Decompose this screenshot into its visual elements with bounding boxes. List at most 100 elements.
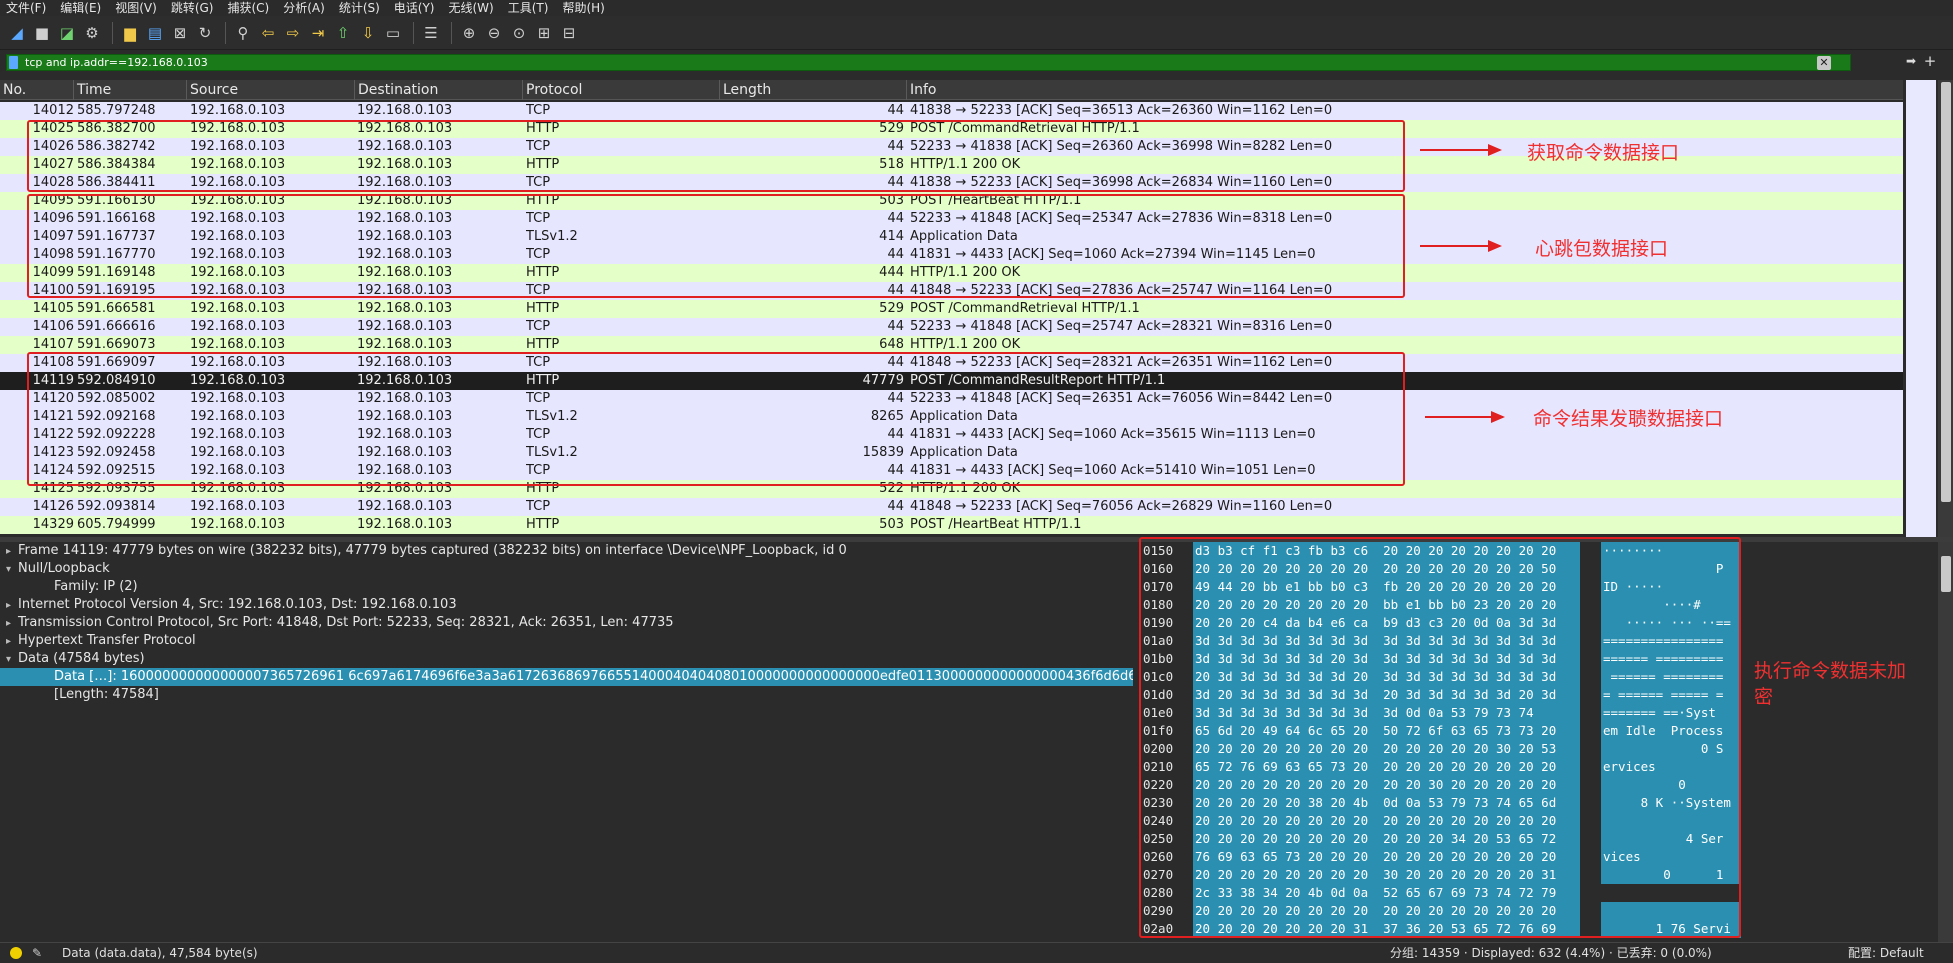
capture-comment-icon[interactable]: ✎ — [32, 943, 42, 963]
stop-capture-icon[interactable]: ■ — [31, 22, 53, 44]
col-header-info[interactable]: Info — [907, 80, 1903, 100]
hex-ascii[interactable]: ········ — [1601, 542, 1741, 560]
hex-bytes[interactable]: 3d 3d 3d 3d 3d 3d 3d 3d 3d 3d 3d 3d 3d 3… — [1193, 632, 1580, 650]
menu-item[interactable]: 编辑(E) — [60, 0, 101, 16]
packet-row[interactable]: 14107 591.669073 192.168.0.103 192.168.0.10… — [0, 336, 1903, 354]
menu-item[interactable]: 分析(A) — [283, 0, 325, 16]
hex-bytes[interactable]: 65 6d 20 49 64 6c 65 20 50 72 6f 63 65 7… — [1193, 722, 1580, 740]
reload-file-icon[interactable]: ↻ — [194, 22, 216, 44]
packet-row[interactable]: 14012 585.797248 192.168.0.103 192.168.0.10… — [0, 102, 1903, 120]
bookmark-icon[interactable] — [9, 56, 18, 69]
go-to-packet-icon[interactable]: ⇥ — [307, 22, 329, 44]
menu-item[interactable]: 电话(Y) — [394, 0, 435, 16]
detail-tree-item[interactable]: ▸ Transmission Control Protocol, Src Port… — [0, 614, 1133, 632]
col-header-no[interactable]: No. — [0, 80, 74, 100]
menu-item[interactable]: 无线(W) — [449, 0, 494, 16]
hex-ascii[interactable] — [1601, 902, 1741, 920]
hex-bytes[interactable]: d3 b3 cf f1 c3 fb b3 c6 20 20 20 20 20 2… — [1193, 542, 1580, 560]
hex-ascii[interactable] — [1601, 812, 1741, 830]
packet-row[interactable]: 14124 592.092515 192.168.0.103 192.168.0.10… — [0, 462, 1903, 480]
packet-row[interactable]: 14028 586.384411 192.168.0.103 192.168.0.10… — [0, 174, 1903, 192]
packet-row[interactable]: 14100 591.169195 192.168.0.103 192.168.0.10… — [0, 282, 1903, 300]
save-file-icon[interactable]: ▤ — [144, 22, 166, 44]
menu-item[interactable]: 文件(F) — [6, 0, 46, 16]
shark-fin-start-icon[interactable]: ◢ — [6, 22, 28, 44]
tree-toggle-icon[interactable]: ▾ — [6, 561, 18, 579]
packet-row[interactable]: 14096 591.166168 192.168.0.103 192.168.0.10… — [0, 210, 1903, 228]
packet-row[interactable]: 14106 591.666616 192.168.0.103 192.168.0.10… — [0, 318, 1903, 336]
detail-tree-item[interactable]: ▸ Internet Protocol Version 4, Src: 192.1… — [0, 596, 1133, 614]
col-header-protocol[interactable]: Protocol — [523, 80, 720, 100]
packet-row[interactable]: 14329 605.794999 192.168.0.103 192.168.0.10… — [0, 516, 1903, 534]
detail-tree-item[interactable]: ▾ Data (47584 bytes) — [0, 650, 1133, 668]
scrollbar-thumb[interactable] — [1941, 82, 1951, 502]
hex-bytes[interactable]: 20 3d 3d 3d 3d 3d 3d 20 3d 3d 3d 3d 3d 3… — [1193, 668, 1580, 686]
hex-ascii[interactable]: 0 S — [1601, 740, 1741, 758]
hex-bytes[interactable]: 3d 20 3d 3d 3d 3d 3d 3d 20 3d 3d 3d 3d 3… — [1193, 686, 1580, 704]
close-file-icon[interactable]: ⊠ — [169, 22, 191, 44]
menu-item[interactable]: 捕获(C) — [227, 0, 269, 16]
find-packet-icon[interactable]: ⚲ — [232, 22, 254, 44]
detail-tree-item[interactable]: [Length: 47584] — [0, 686, 1133, 704]
hex-bytes[interactable]: 20 20 20 20 20 20 20 20 20 20 20 20 20 2… — [1193, 812, 1580, 830]
capture-options-icon[interactable]: ⚙ — [81, 22, 103, 44]
hex-bytes[interactable]: 20 20 20 20 20 20 20 31 37 36 20 53 65 7… — [1193, 920, 1580, 938]
menu-item[interactable]: 工具(T) — [508, 0, 549, 16]
colorize-icon[interactable]: ☰ — [420, 22, 442, 44]
hex-ascii[interactable]: ID ····· — [1601, 578, 1741, 596]
hex-ascii[interactable]: em Idle Process — [1601, 722, 1741, 740]
hex-ascii[interactable]: 4 Ser — [1601, 830, 1741, 848]
hex-bytes[interactable]: 20 20 20 20 20 20 20 20 bb e1 bb b0 23 2… — [1193, 596, 1580, 614]
open-folder-icon[interactable]: ▆ — [119, 22, 141, 44]
expert-info-icon[interactable] — [10, 947, 22, 959]
display-filter-input[interactable] — [25, 55, 1625, 70]
packet-list-scrollbar[interactable] — [1938, 80, 1953, 537]
col-header-time[interactable]: Time — [74, 80, 187, 100]
packet-row[interactable]: 14125 592.093755 192.168.0.103 192.168.0.10… — [0, 480, 1903, 498]
hex-ascii[interactable]: = ====== ===== = — [1601, 686, 1741, 704]
hex-bytes[interactable]: 20 20 20 20 20 20 20 20 20 20 20 20 20 2… — [1193, 902, 1580, 920]
clear-filter-icon[interactable]: ✕ — [1817, 56, 1831, 70]
hex-ascii[interactable]: ================ — [1601, 632, 1741, 650]
hex-ascii[interactable]: 0 — [1601, 776, 1741, 794]
tree-toggle-icon[interactable]: ▸ — [6, 633, 18, 651]
col-header-source[interactable]: Source — [187, 80, 355, 100]
packet-row[interactable]: 14025 586.382700 192.168.0.103 192.168.0.10… — [0, 120, 1903, 138]
packet-minimap[interactable] — [1906, 80, 1936, 537]
hex-ascii[interactable]: 0 1 — [1601, 866, 1741, 884]
hex-ascii[interactable]: ····· ··· ··== — [1601, 614, 1741, 632]
menu-item[interactable]: 帮助(H) — [562, 0, 604, 16]
hex-bytes[interactable]: 20 20 20 20 20 20 20 20 20 20 20 34 20 5… — [1193, 830, 1580, 848]
hex-bytes[interactable]: 20 20 20 20 20 20 20 20 30 20 20 20 20 2… — [1193, 866, 1580, 884]
hex-bytes[interactable]: 3d 3d 3d 3d 3d 3d 20 3d 3d 3d 3d 3d 3d 3… — [1193, 650, 1580, 668]
hex-ascii[interactable]: ======= ==·Syst — [1601, 704, 1741, 722]
menu-item[interactable]: 跳转(G) — [171, 0, 214, 16]
go-forward-icon[interactable]: ⇨ — [282, 22, 304, 44]
resize-columns-icon[interactable]: ⊞ — [533, 22, 555, 44]
restart-capture-icon[interactable]: ◪ — [56, 22, 78, 44]
hex-ascii[interactable]: ····# — [1601, 596, 1741, 614]
tree-toggle-icon[interactable]: ▸ — [6, 597, 18, 615]
last-packet-icon[interactable]: ⇩ — [357, 22, 379, 44]
tree-toggle-icon[interactable]: ▸ — [6, 615, 18, 633]
hex-ascii[interactable]: ====== ========= — [1601, 650, 1741, 668]
hex-bytes[interactable]: 20 20 20 20 20 38 20 4b 0d 0a 53 79 73 7… — [1193, 794, 1580, 812]
col-header-destination[interactable]: Destination — [355, 80, 523, 100]
expand-columns-icon[interactable]: ⊟ — [558, 22, 580, 44]
hex-bytes[interactable]: 20 20 20 20 20 20 20 20 20 20 20 20 20 3… — [1193, 740, 1580, 758]
hex-bytes[interactable]: 20 20 20 c4 da b4 e6 ca b9 d3 c3 20 0d 0… — [1193, 614, 1580, 632]
menu-item[interactable]: 视图(V) — [115, 0, 157, 16]
first-packet-icon[interactable]: ⇧ — [332, 22, 354, 44]
tree-toggle-icon[interactable]: ▸ — [6, 543, 18, 561]
bytes-scrollbar[interactable] — [1938, 542, 1953, 942]
packet-row[interactable]: 14119 592.084910 192.168.0.103 192.168.0.10… — [0, 372, 1903, 390]
hex-bytes[interactable]: 76 69 63 65 73 20 20 20 20 20 20 20 20 2… — [1193, 848, 1580, 866]
packet-row[interactable]: 14105 591.666581 192.168.0.103 192.168.0.10… — [0, 300, 1903, 318]
col-header-length[interactable]: Length — [720, 80, 907, 100]
detail-tree-item[interactable]: Family: IP (2) — [0, 578, 1133, 596]
packet-row[interactable]: 14126 592.093814 192.168.0.103 192.168.0.10… — [0, 498, 1903, 516]
detail-tree-item[interactable]: Data […]: 160000000000000007365726961 6c… — [0, 668, 1133, 686]
packet-row[interactable]: 14099 591.169148 192.168.0.103 192.168.0.10… — [0, 264, 1903, 282]
packet-row[interactable]: 14095 591.166130 192.168.0.103 192.168.0.10… — [0, 192, 1903, 210]
detail-tree-item[interactable]: ▸ Frame 14119: 47779 bytes on wire (38223… — [0, 542, 1133, 560]
